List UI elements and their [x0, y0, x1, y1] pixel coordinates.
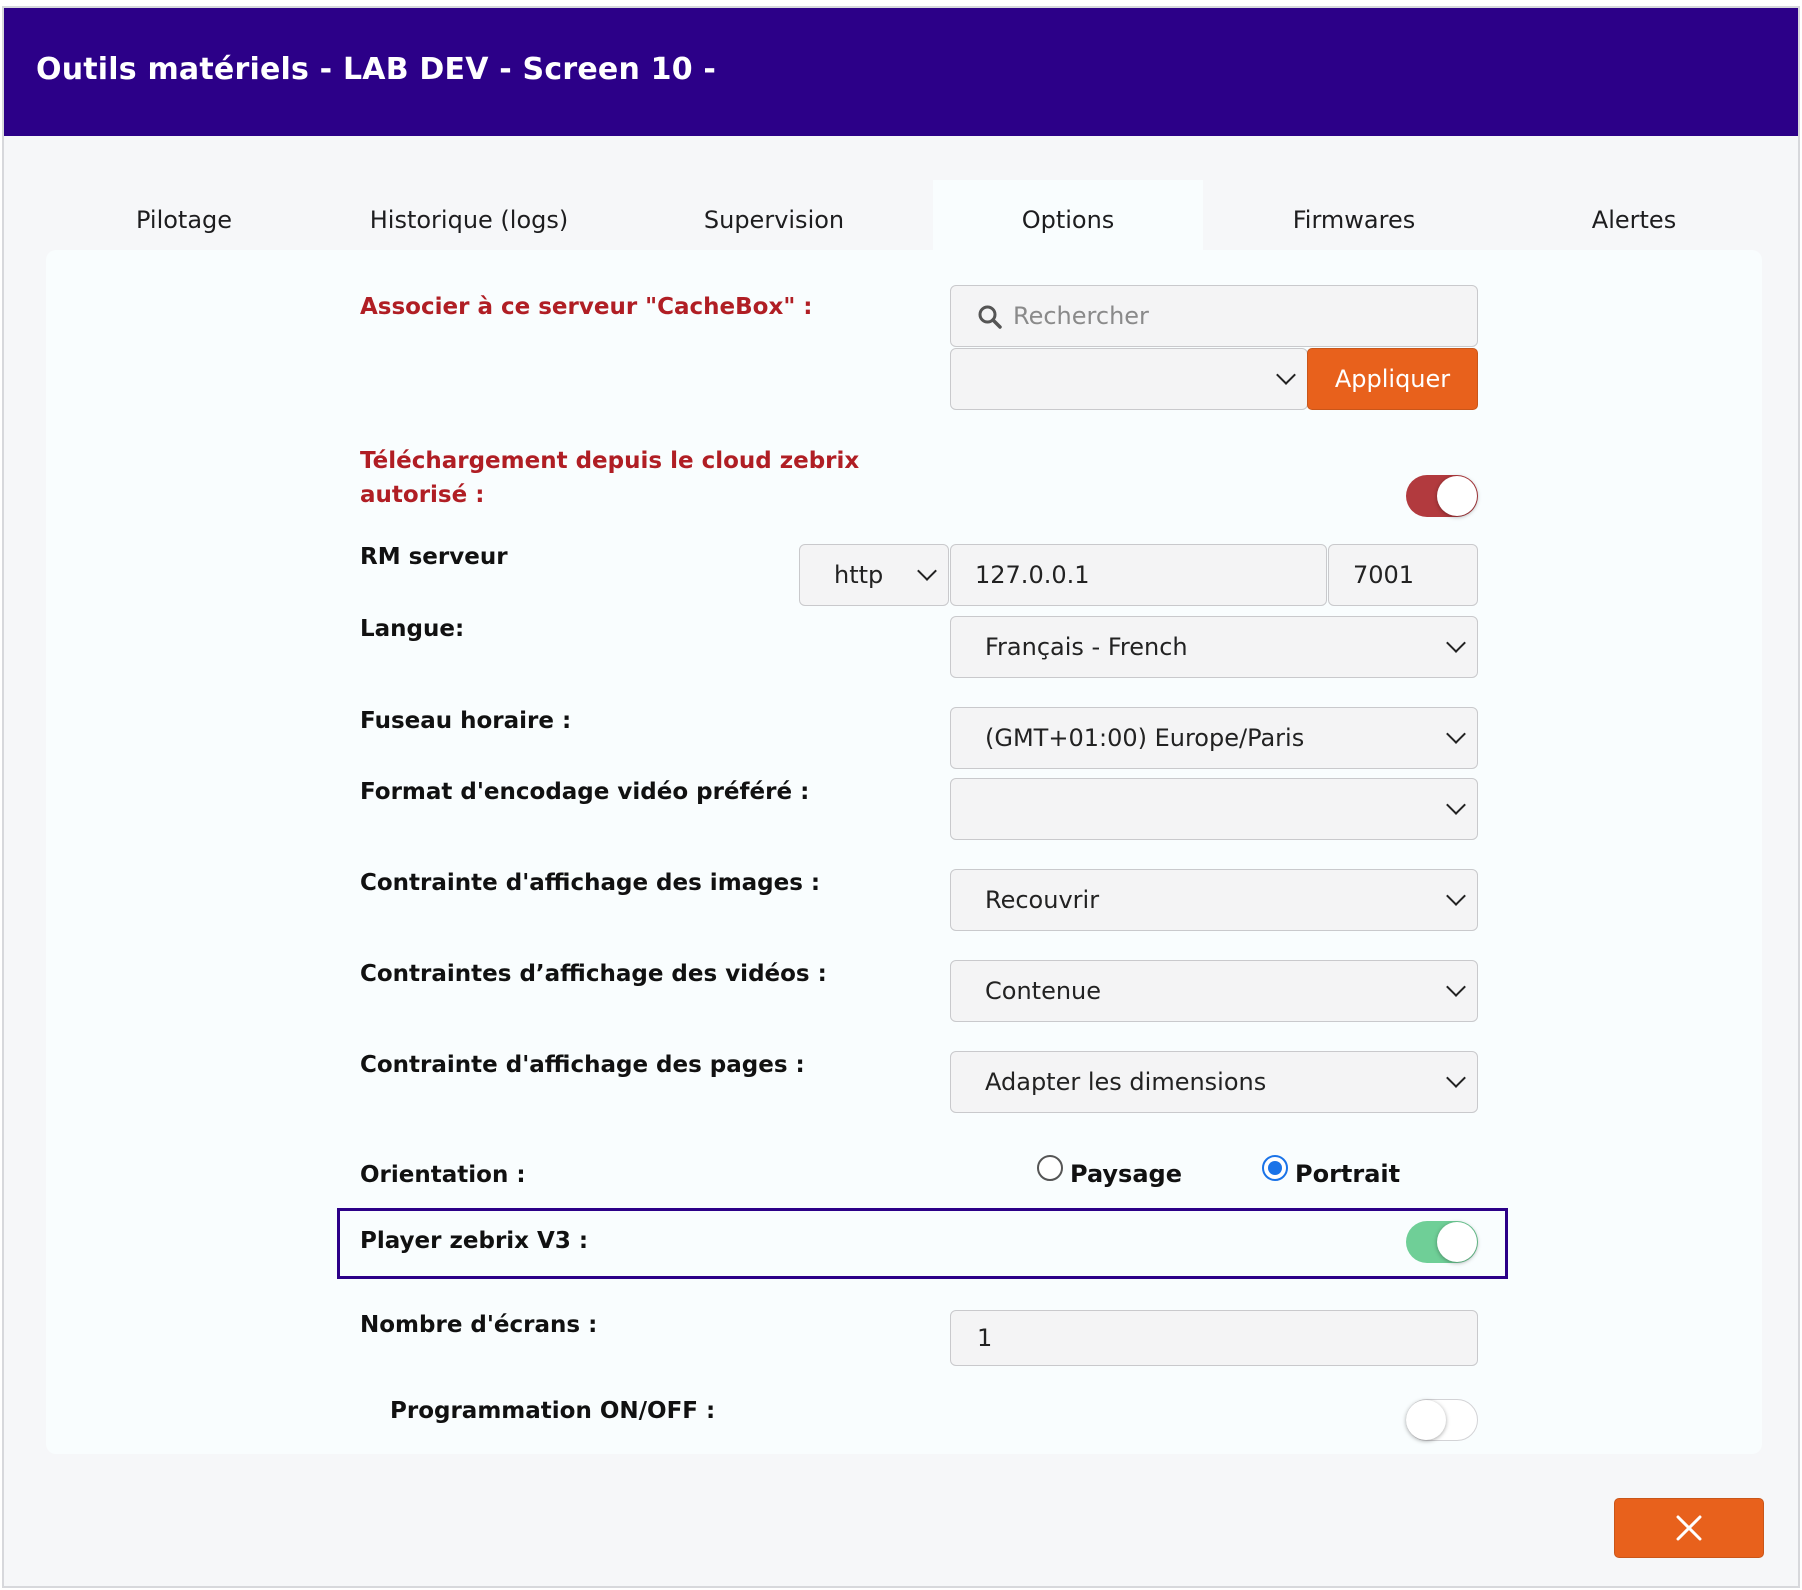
cachebox-select[interactable]	[950, 348, 1308, 410]
chevron-down-icon	[1446, 977, 1466, 997]
rm-server-label: RM serveur	[360, 544, 508, 570]
page-constraint-value: Adapter les dimensions	[985, 1068, 1267, 1096]
tab-firmwares[interactable]: Firmwares	[1234, 180, 1474, 252]
cloud-download-label-line1: Téléchargement depuis le cloud zebrix	[360, 448, 860, 474]
chevron-down-icon	[917, 561, 937, 581]
page-constraint-label: Contrainte d'affichage des pages :	[360, 1052, 805, 1078]
orientation-landscape-radio[interactable]	[1037, 1155, 1063, 1181]
rm-host-input[interactable]: 127.0.0.1	[950, 544, 1327, 606]
rm-port-input[interactable]: 7001	[1328, 544, 1478, 606]
video-constraint-value: Contenue	[985, 977, 1102, 1005]
rm-protocol-select[interactable]: http	[799, 544, 949, 606]
close-icon	[1676, 1515, 1702, 1541]
video-constraint-select[interactable]: Contenue	[950, 960, 1478, 1022]
orientation-portrait-label[interactable]: Portrait	[1295, 1160, 1400, 1188]
rm-protocol-value: http	[834, 561, 884, 589]
rm-host-value: 127.0.0.1	[975, 561, 1090, 589]
toggle-knob	[1406, 1400, 1446, 1440]
image-constraint-select[interactable]: Recouvrir	[950, 869, 1478, 931]
video-constraint-label: Contraintes d’affichage des vidéos :	[360, 961, 827, 987]
rm-port-value: 7001	[1353, 561, 1415, 589]
timezone-value: (GMT+01:00) Europe/Paris	[985, 724, 1305, 752]
toggle-knob	[1437, 1222, 1477, 1262]
modal-header: Outils matériels - LAB DEV - Screen 10 -	[4, 8, 1798, 136]
chevron-down-icon	[1446, 886, 1466, 906]
tab-supervision[interactable]: Supervision	[654, 180, 894, 252]
orientation-portrait-radio[interactable]	[1262, 1155, 1288, 1181]
tab-options[interactable]: Options	[933, 180, 1203, 252]
cloud-download-label-line2: autorisé :	[360, 482, 485, 508]
page-constraint-select[interactable]: Adapter les dimensions	[950, 1051, 1478, 1113]
cachebox-label: Associer à ce serveur "CacheBox" :	[360, 294, 813, 320]
image-constraint-value: Recouvrir	[985, 886, 1100, 914]
cloud-download-toggle[interactable]	[1406, 475, 1478, 517]
orientation-landscape-label[interactable]: Paysage	[1070, 1160, 1182, 1188]
language-label: Langue:	[360, 616, 465, 642]
language-select[interactable]: Français - French	[950, 616, 1478, 678]
timezone-select[interactable]: (GMT+01:00) Europe/Paris	[950, 707, 1478, 769]
chevron-down-icon	[1446, 633, 1466, 653]
apply-button[interactable]: Appliquer	[1307, 348, 1478, 410]
screen-count-label: Nombre d'écrans :	[360, 1312, 598, 1338]
cachebox-search[interactable]	[950, 285, 1478, 347]
player-v3-toggle[interactable]	[1406, 1221, 1478, 1263]
screen-count-value: 1	[977, 1324, 993, 1352]
screen-count-input[interactable]: 1	[950, 1310, 1478, 1366]
video-format-select[interactable]	[950, 778, 1478, 840]
search-icon	[978, 305, 1002, 329]
language-value: Français - French	[985, 633, 1188, 661]
tab-pilotage[interactable]: Pilotage	[74, 180, 294, 252]
video-format-label: Format d'encodage vidéo préféré :	[360, 779, 810, 805]
close-button[interactable]	[1614, 1498, 1764, 1558]
tab-historique[interactable]: Historique (logs)	[334, 180, 604, 252]
tab-alertes[interactable]: Alertes	[1524, 180, 1744, 252]
chevron-down-icon	[1276, 365, 1296, 385]
chevron-down-icon	[1446, 1068, 1466, 1088]
search-input[interactable]	[1013, 286, 1443, 346]
schedule-toggle[interactable]	[1406, 1399, 1478, 1441]
toggle-knob	[1437, 476, 1477, 516]
chevron-down-icon	[1446, 795, 1466, 815]
orientation-label: Orientation :	[360, 1162, 526, 1188]
image-constraint-label: Contrainte d'affichage des images :	[360, 870, 821, 896]
modal-title: Outils matériels - LAB DEV - Screen 10 -	[36, 52, 717, 87]
schedule-label: Programmation ON/OFF :	[390, 1398, 716, 1424]
timezone-label: Fuseau horaire :	[360, 708, 572, 734]
player-v3-label: Player zebrix V3 :	[360, 1228, 589, 1254]
chevron-down-icon	[1446, 724, 1466, 744]
hardware-tools-modal: Outils matériels - LAB DEV - Screen 10 -…	[2, 6, 1800, 1588]
